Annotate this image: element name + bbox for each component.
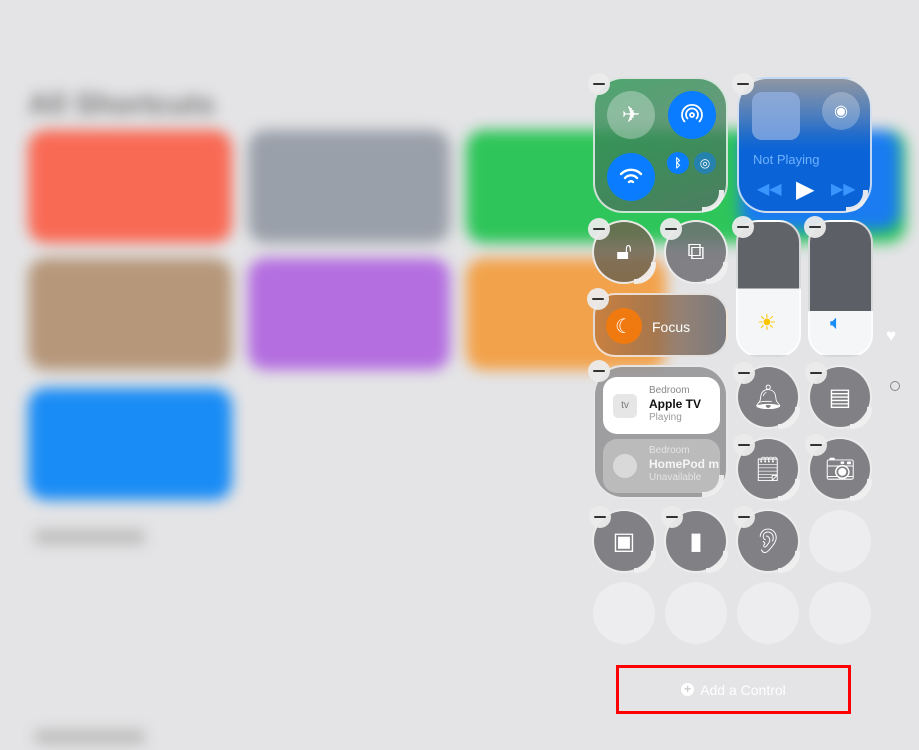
airplay-icon: ◉ [834, 103, 848, 120]
empty-slot [809, 582, 871, 644]
remove-control-button[interactable] [733, 362, 755, 384]
device-status: Playing [649, 412, 682, 423]
appletv-icon: tv [613, 394, 637, 418]
play-button[interactable]: ▶ [796, 175, 814, 204]
remove-control-button[interactable] [733, 434, 755, 456]
page-indicator-icon[interactable] [890, 381, 900, 391]
heart-page-icon[interactable]: ♥ [886, 326, 896, 346]
remove-connectivity-button[interactable] [588, 73, 610, 95]
page-title: All Shortcuts [28, 88, 215, 121]
brightness-slider[interactable]: ☀ [736, 220, 801, 357]
empty-slot [665, 582, 727, 644]
screen-mirroring-icon: ⧉ [687, 238, 705, 265]
empty-slot [737, 582, 799, 644]
add-control-label: Add a Control [700, 681, 786, 698]
airdrop-icon [681, 103, 703, 123]
volume-slider[interactable]: 🔈︎ [808, 220, 873, 357]
empty-slot [593, 582, 655, 644]
media-status: Not Playing [753, 152, 820, 167]
device-room: Bedroom [649, 385, 690, 396]
shortcut-tile [248, 130, 450, 243]
play-icon: ▶ [796, 176, 815, 203]
cellular-button[interactable]: ◎ [694, 152, 716, 174]
wifi-icon [619, 168, 643, 184]
rotation-lock-icon: 🔓︎ [616, 238, 632, 265]
remove-control-button[interactable] [805, 362, 827, 384]
remote-icon: ▮ [689, 527, 703, 555]
add-control-button[interactable]: + Add a Control [616, 665, 851, 714]
remove-control-button[interactable] [589, 506, 611, 528]
remove-control-button[interactable] [588, 218, 610, 240]
rewind-icon: ◀◀ [757, 181, 782, 198]
airplane-mode-button[interactable]: ✈ [607, 91, 655, 139]
remove-control-button[interactable] [732, 216, 754, 238]
rewind-button[interactable]: ◀◀ [757, 179, 782, 199]
remove-media-button[interactable] [732, 73, 754, 95]
shortcut-tile [28, 258, 232, 370]
stage-manager-icon: ▤ [828, 383, 852, 411]
remove-control-button[interactable] [733, 506, 755, 528]
empty-slot [809, 510, 871, 572]
shortcut-tile [28, 130, 232, 243]
cellular-icon: ◎ [699, 156, 711, 170]
wifi-button[interactable] [607, 153, 655, 201]
section-header [35, 730, 145, 744]
moon-icon: ☾ [606, 308, 642, 344]
device-name: HomePod m [649, 457, 720, 471]
focus-button[interactable]: ☾ Focus [593, 293, 728, 357]
remove-control-button[interactable] [587, 288, 609, 310]
focus-label: Focus [652, 319, 691, 335]
bluetooth-button[interactable]: ᛒ [667, 152, 689, 174]
airplay-button[interactable]: ◉ [822, 92, 860, 130]
album-art [752, 92, 800, 140]
remove-control-button[interactable] [805, 434, 827, 456]
sun-icon: ☀ [757, 310, 777, 335]
speaker-icon: 🔈︎ [830, 312, 842, 334]
homepod-icon [613, 454, 637, 478]
shortcut-tile [248, 258, 450, 370]
device-room: Bedroom [649, 445, 690, 456]
device-status: Unavailable [649, 472, 702, 483]
remove-control-button[interactable] [588, 360, 610, 382]
airplane-icon: ✈ [621, 102, 641, 127]
plus-circle-icon: + [681, 683, 695, 696]
shortcut-tile [28, 388, 232, 500]
bluetooth-icon: ᛒ [674, 156, 682, 170]
qr-code-icon: ▣ [612, 527, 636, 555]
remove-control-button[interactable] [804, 216, 826, 238]
airdrop-button[interactable] [668, 91, 716, 139]
remove-control-button[interactable] [660, 218, 682, 240]
section-header [35, 530, 145, 544]
remove-control-button[interactable] [661, 506, 683, 528]
home-device-appletv[interactable]: tv Bedroom Apple TV Playing [603, 377, 720, 434]
device-name: Apple TV [649, 397, 702, 411]
